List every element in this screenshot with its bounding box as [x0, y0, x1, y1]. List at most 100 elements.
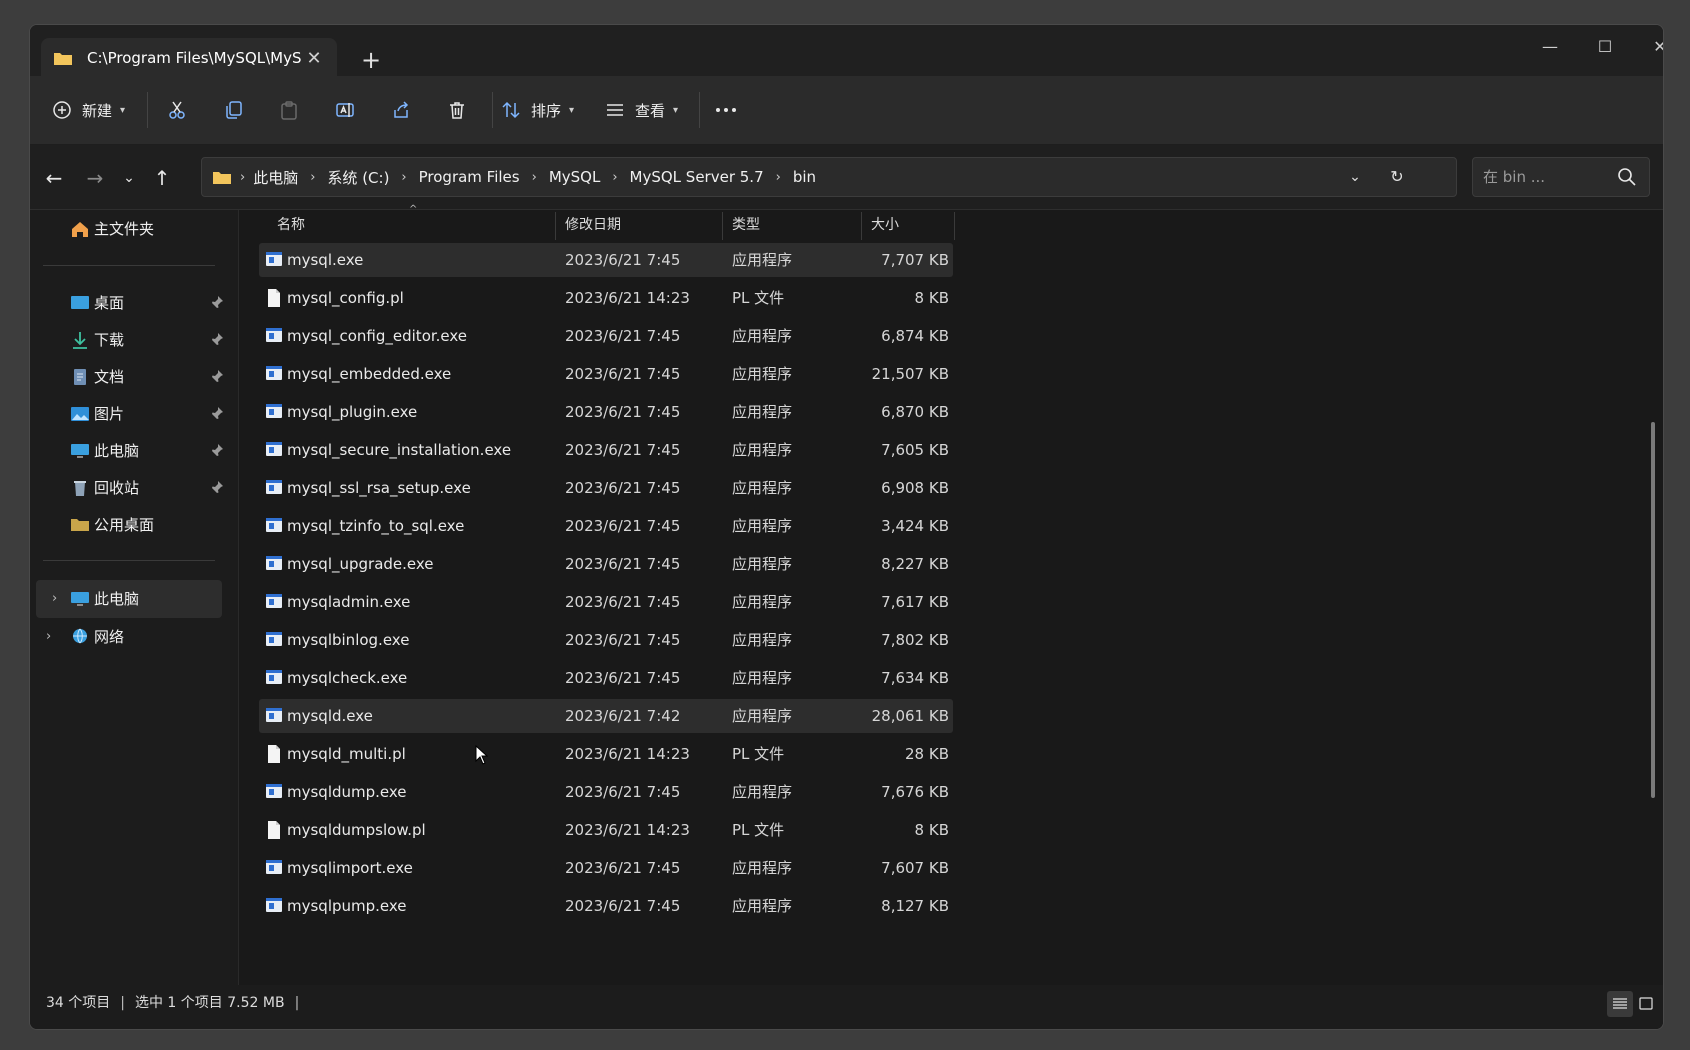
file-size: 28,061 KB: [871, 707, 949, 725]
new-tab-button[interactable]: +: [354, 43, 388, 77]
sidebar-item-home[interactable]: 主文件夹: [30, 210, 222, 248]
table-row[interactable]: mysqld.exe 2023/6/21 7:42 应用程序 28,061 KB: [259, 699, 953, 733]
file-date: 2023/6/21 7:45: [565, 327, 681, 345]
close-icon[interactable]: ✕: [303, 48, 325, 69]
maximize-button[interactable]: ☐: [1582, 35, 1628, 59]
search-box[interactable]: 在 bin ...: [1472, 157, 1650, 197]
vertical-scrollbar[interactable]: [1651, 422, 1655, 798]
command-toolbar: 新建 ▾ 排序 ▾ 查看 ▾: [30, 76, 1663, 145]
file-name: mysql_upgrade.exe: [287, 555, 434, 573]
table-row[interactable]: mysqlcheck.exe 2023/6/21 7:45 应用程序 7,634 KB: [259, 661, 953, 695]
tiles-view-button[interactable]: [1633, 991, 1659, 1017]
minimize-button[interactable]: —: [1527, 35, 1573, 59]
table-row[interactable]: mysqlpump.exe 2023/6/21 7:45 应用程序 8,127 KB: [259, 889, 953, 923]
refresh-icon[interactable]: ↻: [1382, 158, 1412, 196]
cut-button[interactable]: [167, 90, 187, 130]
sidebar-item-label: 网络: [94, 628, 125, 646]
table-row[interactable]: mysql_tzinfo_to_sql.exe 2023/6/21 7:45 应用程…: [259, 509, 953, 543]
table-row[interactable]: mysql_config.pl 2023/6/21 14:23 PL 文件 8 KB: [259, 281, 953, 315]
column-header-date[interactable]: 修改日期: [555, 210, 722, 240]
breadcrumb-mysql[interactable]: MySQL: [549, 168, 601, 186]
sidebar-item-public-desktop[interactable]: 公用桌面: [30, 506, 222, 544]
paste-button[interactable]: [279, 90, 299, 130]
file-name: mysqldumpslow.pl: [287, 821, 426, 839]
table-row[interactable]: mysql_embedded.exe 2023/6/21 7:45 应用程序 21,5…: [259, 357, 953, 391]
exe-icon: [265, 554, 283, 576]
table-row[interactable]: mysqlimport.exe 2023/6/21 7:45 应用程序 7,607 K…: [259, 851, 953, 885]
table-row[interactable]: mysqld_multi.pl 2023/6/21 14:23 PL 文件 28 KB: [259, 737, 953, 771]
copy-icon: [226, 101, 242, 119]
file-name: mysql_config_editor.exe: [287, 327, 468, 345]
file-date: 2023/6/21 14:23: [565, 289, 690, 307]
file-date: 2023/6/21 7:45: [565, 859, 681, 877]
file-size: 7,707 KB: [881, 251, 949, 269]
file-date: 2023/6/21 14:23: [565, 745, 690, 763]
column-header-type[interactable]: 类型: [722, 210, 861, 240]
new-button[interactable]: 新建 ▾: [52, 90, 125, 130]
share-button[interactable]: [391, 90, 411, 130]
breadcrumb-this-pc[interactable]: 此电脑: [253, 167, 298, 188]
delete-button[interactable]: [447, 90, 467, 130]
sidebar-item-desktop[interactable]: 桌面: [30, 284, 223, 322]
window-close-button[interactable]: ✕: [1637, 35, 1663, 59]
file-name: mysqlcheck.exe: [287, 669, 408, 687]
column-header-name[interactable]: 名称: [267, 210, 555, 240]
table-row[interactable]: mysqldump.exe 2023/6/21 7:45 应用程序 7,676 KB: [259, 775, 953, 809]
file-size: 7,607 KB: [881, 859, 949, 877]
details-view-button[interactable]: [1607, 991, 1633, 1017]
file-icon: [265, 820, 283, 844]
breadcrumb-mysql-server[interactable]: MySQL Server 5.7: [630, 168, 764, 186]
sidebar-item-label: 公用桌面: [94, 516, 155, 534]
tab-title: C:\Program Files\MySQL\MyS: [87, 49, 302, 67]
column-header-size[interactable]: 大小: [861, 210, 954, 240]
more-options-button[interactable]: [714, 90, 738, 130]
file-size: 6,874 KB: [881, 327, 949, 345]
file-size: 7,617 KB: [881, 593, 949, 611]
file-type: 应用程序: [732, 365, 793, 383]
address-bar[interactable]: › 此电脑 › 系统 (C:) › Program Files › MySQL …: [201, 157, 1457, 197]
view-button[interactable]: 查看 ▾: [605, 90, 678, 130]
address-history-dropdown[interactable]: ⌄: [1340, 158, 1370, 196]
column-divider[interactable]: [954, 212, 955, 240]
recent-locations-button[interactable]: ⌄: [114, 163, 144, 193]
back-button[interactable]: ←: [39, 163, 69, 193]
sort-button[interactable]: 排序 ▾: [501, 90, 574, 130]
table-row[interactable]: mysqldumpslow.pl 2023/6/21 14:23 PL 文件 8 KB: [259, 813, 953, 847]
file-name: mysql_embedded.exe: [287, 365, 452, 383]
file-name: mysql_ssl_rsa_setup.exe: [287, 479, 471, 497]
file-date: 2023/6/21 7:45: [565, 365, 681, 383]
table-row[interactable]: mysqladmin.exe 2023/6/21 7:45 应用程序 7,617 KB: [259, 585, 953, 619]
copy-button[interactable]: [224, 90, 244, 130]
sidebar-item-downloads[interactable]: 下载: [30, 321, 223, 359]
table-row[interactable]: mysql_upgrade.exe 2023/6/21 7:45 应用程序 8,227…: [259, 547, 953, 581]
breadcrumb-program-files[interactable]: Program Files: [419, 168, 520, 186]
chevron-down-icon: ▾: [120, 104, 126, 116]
table-row[interactable]: mysql_config_editor.exe 2023/6/21 7:45 应用程…: [259, 319, 953, 353]
tab-current-folder[interactable]: C:\Program Files\MySQL\MyS ✕: [41, 38, 337, 78]
file-icon: [265, 288, 283, 312]
breadcrumb-system-c[interactable]: 系统 (C:): [327, 167, 389, 188]
sidebar-tree-network[interactable]: › 网络: [30, 618, 222, 656]
new-label: 新建: [82, 101, 113, 120]
sort-icon: [502, 101, 520, 119]
sidebar-item-pictures[interactable]: 图片: [30, 395, 223, 433]
table-row[interactable]: mysql_secure_installation.exe 2023/6/21 7…: [259, 433, 953, 467]
sidebar-item-documents[interactable]: 文档: [30, 358, 223, 396]
file-date: 2023/6/21 7:45: [565, 517, 681, 535]
desktop-icon: [71, 296, 89, 309]
table-row[interactable]: mysql.exe 2023/6/21 7:45 应用程序 7,707 KB: [259, 243, 953, 277]
chevron-right-icon[interactable]: ›: [46, 618, 51, 656]
exe-icon: [265, 478, 283, 500]
table-row[interactable]: mysql_plugin.exe 2023/6/21 7:45 应用程序 6,870 …: [259, 395, 953, 429]
table-row[interactable]: mysqlbinlog.exe 2023/6/21 7:45 应用程序 7,802 K…: [259, 623, 953, 657]
forward-button[interactable]: →: [80, 163, 110, 193]
chevron-right-icon[interactable]: ›: [52, 580, 57, 618]
up-button[interactable]: ↑: [147, 163, 177, 193]
breadcrumb-bin[interactable]: bin: [793, 168, 816, 186]
sidebar-item-this-pc[interactable]: 此电脑: [30, 432, 223, 470]
table-row[interactable]: mysql_ssl_rsa_setup.exe 2023/6/21 7:45 应用程…: [259, 471, 953, 505]
sidebar-tree-this-pc[interactable]: › 此电脑: [36, 580, 222, 618]
file-date: 2023/6/21 14:23: [565, 821, 690, 839]
sidebar-item-recycle-bin[interactable]: 回收站: [30, 469, 223, 507]
rename-button[interactable]: [335, 90, 355, 130]
